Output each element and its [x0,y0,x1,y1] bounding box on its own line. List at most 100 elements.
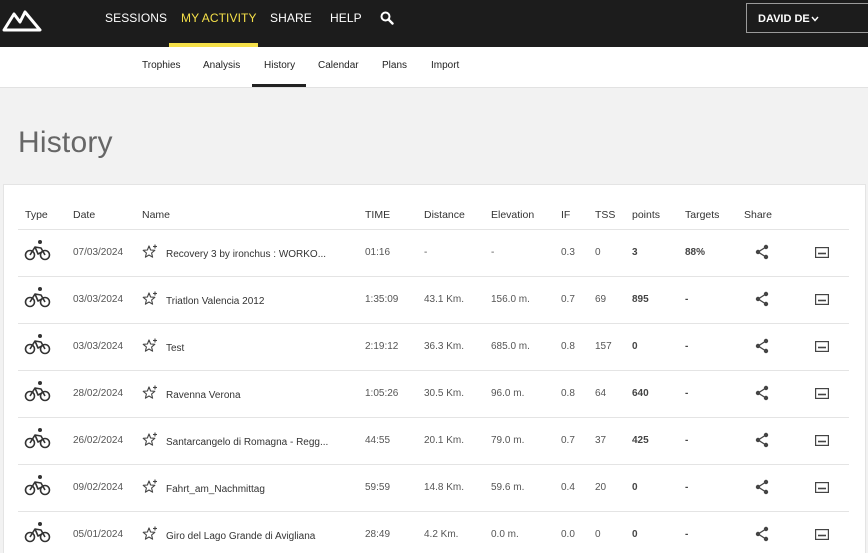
row-distance: - [424,247,428,258]
header-date: Date [73,209,96,221]
table-row[interactable]: 26/02/2024 Santarcangelo di Romagna - Re… [18,417,849,464]
more-options-icon[interactable] [815,388,829,399]
table-row[interactable]: 09/02/2024 Fahrt_am_Nachmittag 59:59 14.… [18,464,849,511]
header-time: TIME [365,209,391,221]
more-options-icon[interactable] [815,435,829,446]
row-tss: 0 [595,247,601,258]
row-points: 3 [632,247,638,258]
nav-sessions[interactable]: SESSIONS [105,11,167,25]
share-icon[interactable] [755,385,769,401]
share-icon[interactable] [755,291,769,307]
row-targets: - [685,341,689,352]
row-targets: - [685,435,689,446]
more-options-icon[interactable] [815,529,829,540]
share-icon[interactable] [755,526,769,542]
row-points: 895 [632,294,649,305]
header-if: IF [561,209,571,221]
row-points: 425 [632,435,649,446]
bike-icon [24,287,51,308]
mountain-logo-icon[interactable] [2,6,42,32]
row-elevation: - [491,247,495,258]
row-elevation: 79.0 m. [491,435,525,446]
bike-icon [24,240,51,261]
star-add-icon[interactable] [142,291,158,307]
tab-import[interactable]: Import [431,60,459,71]
star-add-icon[interactable] [142,479,158,495]
page-title: History [18,126,113,159]
row-elevation: 0.0 m. [491,529,519,540]
table-row[interactable]: 07/03/2024 Recovery 3 by ironchus : WORK… [18,229,849,276]
row-elevation: 156.0 m. [491,294,530,305]
row-tss: 37 [595,435,607,446]
row-distance: 43.1 Km. [424,294,465,305]
nav-my-activity[interactable]: MY ACTIVITY [181,11,257,25]
row-date: 26/02/2024 [73,435,124,446]
row-elevation: 96.0 m. [491,388,525,399]
row-targets: - [685,529,689,540]
row-points: 0 [632,529,638,540]
row-name[interactable]: Fahrt_am_Nachmittag [166,484,265,495]
row-distance: 30.5 Km. [424,388,465,399]
row-name[interactable]: Santarcangelo di Romagna - Regg... [166,437,328,448]
bike-icon [24,475,51,496]
star-add-icon[interactable] [142,385,158,401]
star-add-icon[interactable] [142,244,158,260]
row-points: 0 [632,341,638,352]
star-add-icon[interactable] [142,526,158,542]
table-row[interactable]: 28/02/2024 Ravenna Verona 1:05:26 30.5 K… [18,370,849,417]
row-name[interactable]: Ravenna Verona [166,390,241,401]
row-name[interactable]: Triatlon Valencia 2012 [166,296,264,307]
more-options-icon[interactable] [815,294,829,305]
header-type: Type [25,209,48,221]
share-icon[interactable] [755,479,769,495]
row-targets: - [685,294,689,305]
row-tss: 64 [595,388,607,399]
row-if: 0.4 [561,482,575,493]
header-elevation: Elevation [491,209,535,221]
table-row[interactable]: 05/01/2024 Giro del Lago Grande di Avigl… [18,511,849,553]
row-targets: 88% [685,247,706,258]
tab-plans[interactable]: Plans [382,60,407,71]
chevron-down-icon [811,16,819,22]
share-icon[interactable] [755,244,769,260]
row-targets: - [685,388,689,399]
row-time: 1:35:09 [365,294,399,305]
row-if: 0.8 [561,341,575,352]
header-distance: Distance [424,209,465,221]
tab-trophies[interactable]: Trophies [142,60,181,71]
row-date: 03/03/2024 [73,341,124,352]
row-date: 05/01/2024 [73,529,124,540]
row-name[interactable]: Giro del Lago Grande di Avigliana [166,531,315,542]
nav-share[interactable]: SHARE [270,11,312,25]
row-if: 0.0 [561,529,575,540]
row-points: 640 [632,388,649,399]
share-icon[interactable] [755,432,769,448]
row-tss: 157 [595,341,612,352]
tab-calendar[interactable]: Calendar [318,60,359,71]
star-add-icon[interactable] [142,432,158,448]
sub-navbar: Trophies Analysis History Calendar Plans… [0,47,868,88]
row-distance: 14.8 Km. [424,482,465,493]
star-add-icon[interactable] [142,338,158,354]
row-points: 0 [632,482,638,493]
share-icon[interactable] [755,338,769,354]
row-name[interactable]: Recovery 3 by ironchus : WORKO... [166,249,326,260]
row-targets: - [685,482,689,493]
more-options-icon[interactable] [815,247,829,258]
tab-history[interactable]: History [264,60,295,71]
search-icon[interactable] [380,11,394,25]
row-distance: 20.1 Km. [424,435,465,446]
nav-help[interactable]: HELP [330,11,362,25]
user-menu-button[interactable]: DAVID DE [746,3,868,33]
active-tab-indicator [252,84,306,87]
table-row[interactable]: 03/03/2024 Triatlon Valencia 2012 1:35:0… [18,276,849,323]
more-options-icon[interactable] [815,482,829,493]
row-elevation: 685.0 m. [491,341,530,352]
row-distance: 4.2 Km. [424,529,459,540]
tab-analysis[interactable]: Analysis [203,60,240,71]
row-name[interactable]: Test [166,343,184,354]
more-options-icon[interactable] [815,341,829,352]
table-row[interactable]: 03/03/2024 Test 2:19:12 36.3 Km. 685.0 m… [18,323,849,370]
bike-icon [24,381,51,402]
row-tss: 69 [595,294,607,305]
